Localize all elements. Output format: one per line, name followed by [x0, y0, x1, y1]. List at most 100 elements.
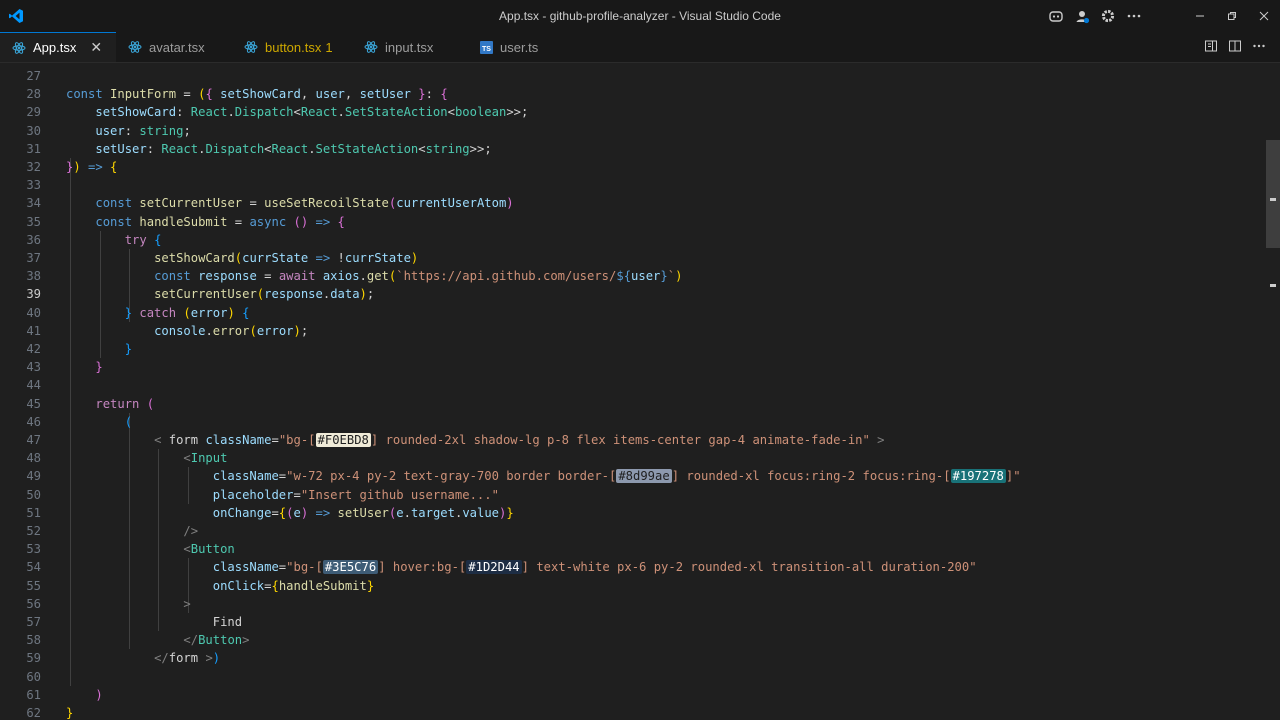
code-line[interactable]: 40 } catch (error) { — [0, 304, 1264, 322]
code-token: async — [249, 214, 294, 229]
code-line[interactable]: 36 try { — [0, 231, 1264, 249]
code-text: Find — [66, 613, 242, 631]
code-token: /> — [183, 524, 199, 538]
code-line[interactable]: 29 setShowCard: React.Dispatch<React.Set… — [0, 103, 1264, 121]
code-token: ) — [410, 251, 419, 265]
code-token: target — [410, 505, 455, 520]
code-line[interactable]: 28 const InputForm = ({ setShowCard, user… — [0, 85, 1264, 103]
scrollbar-thumb[interactable] — [1266, 140, 1280, 248]
tab-avatar-tsx[interactable]: avatar.tsx — [116, 32, 232, 62]
code-line[interactable]: 58 </Button> — [0, 631, 1264, 649]
minimize-icon[interactable] — [1184, 0, 1216, 32]
split-editor-icon[interactable] — [1228, 39, 1242, 56]
code-line[interactable]: 61 ) — [0, 686, 1264, 704]
code-line[interactable]: 41 console.error(error); — [0, 322, 1264, 340]
code-line[interactable]: 27 — [0, 67, 1264, 85]
code-line[interactable]: 38 const response = await axios.get(`htt… — [0, 267, 1264, 285]
code-token: currState — [344, 251, 411, 265]
line-number: 53 — [26, 542, 41, 557]
code-token: try — [124, 232, 155, 247]
code-token: React — [161, 141, 199, 156]
code-text: console.error(error); — [66, 322, 308, 340]
code-token: ) — [506, 196, 514, 211]
code-token: string — [425, 141, 470, 156]
code-line[interactable]: 55 onClick={handleSubmit} — [0, 577, 1264, 595]
gear-icon[interactable] — [1098, 6, 1118, 26]
code-line[interactable]: 47 < form className="bg-[#F0EBD8] rounde… — [0, 431, 1264, 449]
code-line[interactable]: 43 } — [0, 358, 1264, 376]
tab-app-tsx[interactable]: App.tsx ✕ — [0, 32, 116, 62]
code-line[interactable]: 44 — [0, 376, 1264, 394]
close-window-icon[interactable] — [1248, 0, 1280, 32]
account-icon[interactable] — [1072, 6, 1092, 26]
line-number: 57 — [26, 615, 41, 629]
open-preview-icon[interactable] — [1204, 39, 1218, 56]
code-token: "w-72 px-4 py-2 text-gray-700 border bor… — [286, 469, 617, 484]
code-token: { — [440, 87, 448, 102]
svg-text:TS: TS — [482, 46, 491, 53]
copilot-icon[interactable] — [1046, 6, 1066, 26]
code-token: ; — [183, 123, 191, 138]
code-token: data — [330, 287, 360, 302]
code-token: SetStateAction — [315, 141, 419, 156]
code-line[interactable]: 50 placeholder="Insert github username..… — [0, 486, 1264, 504]
code-line[interactable]: 42 } — [0, 340, 1264, 358]
code-line[interactable]: 46 ( — [0, 413, 1264, 431]
code-token: user — [631, 269, 661, 284]
code-line[interactable]: 53 <Button — [0, 540, 1264, 558]
line-number: 60 — [26, 669, 41, 684]
close-tab-icon[interactable]: ✕ — [90, 39, 102, 56]
code-token: => — [308, 214, 331, 229]
more-actions-icon[interactable] — [1124, 6, 1144, 26]
code-text: </Button> — [66, 631, 249, 649]
code-token: return — [95, 396, 147, 411]
line-number: 38 — [26, 269, 41, 284]
code-line[interactable]: 52 /> — [0, 522, 1264, 540]
code-line[interactable]: 33 — [0, 176, 1264, 194]
code-token: className — [212, 469, 279, 484]
code-text: < form className="bg-[#F0EBD8] rounded-2… — [66, 431, 885, 449]
code-line[interactable]: 54 className="bg-[#3E5C76] hover:bg-[#1D… — [0, 558, 1264, 576]
code-line[interactable]: 62} — [0, 704, 1264, 720]
code-line[interactable]: 31 setUser: React.Dispatch<React.SetStat… — [0, 140, 1264, 158]
vscode-logo-icon[interactable] — [8, 8, 24, 24]
code-token: setCurrentUser — [139, 196, 243, 211]
code-text: return ( — [66, 395, 154, 413]
code-line[interactable]: 30 user: string; — [0, 122, 1264, 140]
line-number: 50 — [26, 487, 41, 502]
code-token: ( — [183, 305, 191, 320]
tab-user-ts[interactable]: TS user.ts — [467, 32, 577, 62]
code-line[interactable]: 32}) => { — [0, 158, 1264, 176]
code-line[interactable]: 48 <Input — [0, 449, 1264, 467]
code-token: form — [168, 651, 206, 666]
code-token: user — [95, 123, 125, 138]
restore-icon[interactable] — [1216, 0, 1248, 32]
code-line[interactable]: 35 const handleSubmit = async () => { — [0, 213, 1264, 231]
code-line[interactable]: 59 </form >) — [0, 649, 1264, 667]
more-actions-icon[interactable] — [1252, 39, 1266, 56]
code-editor[interactable]: 27 28 const InputForm = ({ setShowCard, us… — [0, 63, 1280, 720]
code-token: "bg-[ — [278, 433, 316, 447]
code-line[interactable]: 57 Find — [0, 613, 1264, 631]
code-line[interactable]: 49 className="w-72 px-4 py-2 text-gray-7… — [0, 467, 1264, 485]
tab-button-tsx[interactable]: button.tsx 1 — [232, 32, 350, 62]
code-token: error — [256, 323, 294, 338]
code-line[interactable]: 34 const setCurrentUser = useSetRecoilSt… — [0, 194, 1264, 212]
code-token: . — [227, 105, 235, 120]
line-number: 32 — [26, 160, 41, 174]
code-line[interactable]: 51 onChange={(e) => setUser(e.target.val… — [0, 504, 1264, 522]
code-token: ] hover:bg-[ — [378, 560, 467, 575]
code-token: response — [198, 269, 257, 284]
tab-input-tsx[interactable]: input.tsx — [352, 32, 467, 62]
line-number: 36 — [26, 232, 41, 247]
code-line[interactable]: 60 — [0, 668, 1264, 686]
code-line[interactable]: 37 setShowCard(currState => !currState) — [0, 249, 1264, 267]
code-token: ) — [95, 687, 103, 702]
code-line[interactable]: 56 > — [0, 595, 1264, 613]
code-line[interactable]: 39 setCurrentUser(response.data); — [0, 285, 1264, 303]
code-line[interactable]: 45 return ( — [0, 395, 1264, 413]
